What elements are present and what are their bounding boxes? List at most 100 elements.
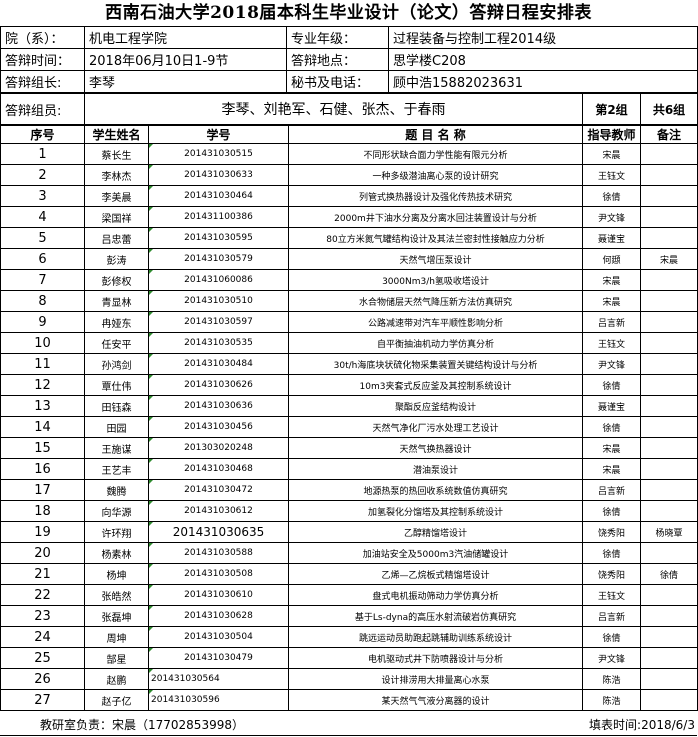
cell-topic: 某天然气气液分离器的设计 bbox=[288, 689, 583, 711]
cell-student-id: 201431030479 bbox=[148, 647, 289, 669]
cell-note bbox=[640, 311, 698, 333]
group-total: 共6组 bbox=[640, 93, 698, 125]
cell-topic: 列管式换热器设计及强化传热技术研究 bbox=[288, 185, 583, 207]
cell-index: 19 bbox=[0, 521, 85, 543]
cell-student-id: 201431030510 bbox=[148, 290, 289, 312]
cell-student-id: 201431030626 bbox=[148, 374, 289, 396]
cell-student: 杨坤 bbox=[84, 563, 149, 585]
cell-index: 8 bbox=[0, 290, 85, 312]
cell-note bbox=[640, 269, 698, 291]
cell-topic: 电机驱动式井下防喷器设计与分析 bbox=[288, 647, 583, 669]
cell-note: 杨晓覃 bbox=[640, 521, 698, 543]
cell-advisor: 聂谨宝 bbox=[582, 227, 641, 249]
cell-topic: 不同形状缺合面力学性能有限元分析 bbox=[288, 143, 583, 165]
cell-student-id: 201431030535 bbox=[148, 332, 289, 354]
cell-student-id: 201431030595 bbox=[148, 227, 289, 249]
cell-note bbox=[640, 500, 698, 522]
college-label: 院（系）： bbox=[0, 26, 85, 49]
cell-topic: 公路减速带对汽车平顺性影响分析 bbox=[288, 311, 583, 333]
header-student: 学生姓名 bbox=[84, 125, 149, 144]
cell-index: 7 bbox=[0, 269, 85, 291]
table-row: 8 青显林 201431030510 水合物储层天然气降压新方法仿真研究 宋晨 bbox=[0, 290, 698, 312]
table-row: 1 蔡长生 201431030515 不同形状缺合面力学性能有限元分析 宋晨 bbox=[0, 143, 698, 165]
cell-index: 4 bbox=[0, 206, 85, 228]
table-row: 21 杨坤 201431030508 乙烯—乙烷板式精馏塔设计 饶秀阳 徐倩 bbox=[0, 563, 698, 585]
cell-student-id: 201431030456 bbox=[148, 416, 289, 438]
cell-advisor: 宋晨 bbox=[582, 290, 641, 312]
table-row: 26 赵鹏 201431030564 设计排涝用大排量离心水泵 陈浩 bbox=[0, 668, 698, 690]
cell-advisor: 徐倩 bbox=[582, 542, 641, 564]
cell-student: 李美晨 bbox=[84, 185, 149, 207]
cell-note: 徐倩 bbox=[640, 563, 698, 585]
cell-student-id: 201431030464 bbox=[148, 185, 289, 207]
cell-student: 杨素林 bbox=[84, 542, 149, 564]
table-row: 27 赵子亿 201431030596 某天然气气液分离器的设计 陈浩 bbox=[0, 689, 698, 711]
cell-note bbox=[640, 185, 698, 207]
cell-student-id: 201431030472 bbox=[148, 479, 289, 501]
sheet-footer: 教研室负责：宋晨（17702853998） 填表时间:2018/6/3 bbox=[0, 713, 697, 736]
cell-topic: 一种多级潜油离心泵的设计研究 bbox=[288, 164, 583, 186]
cell-student-id: 201431100386 bbox=[148, 206, 289, 228]
cell-note bbox=[640, 332, 698, 354]
cell-student-id: 201431030636 bbox=[148, 395, 289, 417]
cell-topic: 聚酯反应釜结构设计 bbox=[288, 395, 583, 417]
cell-advisor: 尹文锋 bbox=[582, 353, 641, 375]
header-row: 序号 学生姓名 学号 题 目 名 称 指导教师 备注 bbox=[0, 125, 698, 144]
major-value: 过程装备与控制工程2014级 bbox=[388, 26, 698, 49]
members-value: 李琴、刘艳军、石健、张杰、于春雨 bbox=[84, 93, 583, 125]
cell-student-id: 201431030628 bbox=[148, 605, 289, 627]
cell-advisor: 徐倩 bbox=[582, 374, 641, 396]
cell-topic: 乙醇精馏塔设计 bbox=[288, 521, 583, 543]
cell-advisor: 吕言新 bbox=[582, 605, 641, 627]
group-number: 第2组 bbox=[582, 93, 641, 125]
header-student-id: 学号 bbox=[148, 125, 289, 144]
cell-student-id: 201303020248 bbox=[148, 437, 289, 459]
time-label: 答辩时间： bbox=[0, 48, 85, 71]
leader-value: 李琴 bbox=[84, 70, 287, 93]
cell-student: 田园 bbox=[84, 416, 149, 438]
cell-note bbox=[640, 437, 698, 459]
cell-topic: 10m3夹套式反应釜及其控制系统设计 bbox=[288, 374, 583, 396]
cell-note bbox=[640, 458, 698, 480]
cell-note bbox=[640, 353, 698, 375]
cell-student: 彭涛 bbox=[84, 248, 149, 270]
cell-advisor: 徐倩 bbox=[582, 185, 641, 207]
place-label: 答辩地点： bbox=[286, 48, 389, 71]
sheet-title: 西南石油大学2018届本科生毕业设计（论文）答辩日程安排表 bbox=[105, 3, 592, 23]
cell-note bbox=[640, 689, 698, 711]
cell-student-id: 201431060086 bbox=[148, 269, 289, 291]
table-row: 11 孙鸿剑 201431030484 30t/h海底块状硫化物采集装置关键结构设计与… bbox=[0, 353, 698, 375]
cell-advisor: 饶秀阳 bbox=[582, 563, 641, 585]
cell-topic: 30t/h海底块状硫化物采集装置关键结构设计与分析 bbox=[288, 353, 583, 375]
cell-advisor: 王钰文 bbox=[582, 164, 641, 186]
major-label: 专业年级： bbox=[286, 26, 389, 49]
header-advisor: 指导教师 bbox=[582, 125, 641, 144]
cell-student: 王施谋 bbox=[84, 437, 149, 459]
cell-student-id: 201431030588 bbox=[148, 542, 289, 564]
cell-student-id: 201431030564 bbox=[148, 668, 289, 690]
cell-topic: 基于Ls-dyna的高压水射流破岩仿真研究 bbox=[288, 605, 583, 627]
footer-filled-date: 填表时间:2018/6/3 bbox=[589, 718, 695, 732]
table-row: 20 杨素林 201431030588 加油站安全及5000m3汽油储罐设计 徐倩 bbox=[0, 542, 698, 564]
cell-student: 周坤 bbox=[84, 626, 149, 648]
cell-note bbox=[640, 290, 698, 312]
cell-index: 24 bbox=[0, 626, 85, 648]
cell-note bbox=[640, 479, 698, 501]
cell-student-id: 201431030610 bbox=[148, 584, 289, 606]
cell-student: 郜星 bbox=[84, 647, 149, 669]
cell-index: 21 bbox=[0, 563, 85, 585]
table-row: 12 覃仕伟 201431030626 10m3夹套式反应釜及其控制系统设计 徐倩 bbox=[0, 374, 698, 396]
cell-index: 22 bbox=[0, 584, 85, 606]
cell-note bbox=[640, 164, 698, 186]
schedule-sheet: 西南石油大学2018届本科生毕业设计（论文）答辩日程安排表 院（系）： 机电工程… bbox=[0, 0, 698, 711]
footer-contact: 教研室负责：宋晨（17702853998） bbox=[40, 718, 244, 732]
cell-index: 23 bbox=[0, 605, 85, 627]
cell-topic: 盘式电机振动筛动力学仿真分析 bbox=[288, 584, 583, 606]
cell-index: 9 bbox=[0, 311, 85, 333]
cell-note bbox=[640, 605, 698, 627]
cell-student: 许环翔 bbox=[84, 521, 149, 543]
table-row: 19 许环翔 201431030635 乙醇精馏塔设计 饶秀阳 杨晓覃 bbox=[0, 521, 698, 543]
time-value: 2018年06月10日1-9节 bbox=[84, 48, 287, 71]
cell-note bbox=[640, 227, 698, 249]
cell-topic: 天然气换热器设计 bbox=[288, 437, 583, 459]
